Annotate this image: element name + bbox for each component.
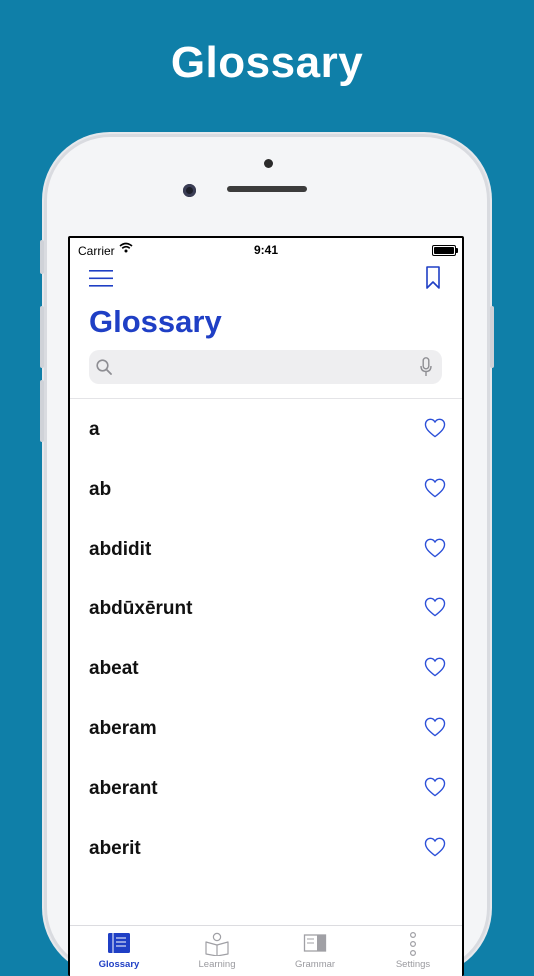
mute-switch xyxy=(40,240,44,274)
tab-settings[interactable]: Settings xyxy=(364,926,462,976)
word-label: aberant xyxy=(89,777,158,799)
status-bar: Carrier 9:41 xyxy=(70,238,462,262)
search-bar[interactable] xyxy=(89,350,442,386)
heart-icon[interactable] xyxy=(424,717,446,742)
list-item[interactable]: abeat xyxy=(70,638,462,698)
list-item[interactable]: a xyxy=(70,399,462,459)
heart-icon[interactable] xyxy=(424,418,446,443)
tab-label: Grammar xyxy=(294,959,336,970)
heart-icon[interactable] xyxy=(424,657,446,682)
front-camera xyxy=(183,184,196,197)
volume-down-button xyxy=(40,380,44,442)
glossary-book-icon xyxy=(107,932,131,959)
search-icon xyxy=(96,359,112,380)
volume-up-button xyxy=(40,306,44,368)
status-time: 9:41 xyxy=(253,243,279,257)
tab-label: Learning xyxy=(198,959,236,970)
tab-bar: Glossary Learning Grammar Settings xyxy=(70,925,462,976)
heart-icon[interactable] xyxy=(424,597,446,622)
app-view: Carrier 9:41 Glossary a ab abdidit abdūx… xyxy=(70,238,462,976)
phone-frame: Carrier 9:41 Glossary a ab abdidit abdūx… xyxy=(40,134,494,976)
earpiece-speaker xyxy=(227,186,307,192)
hamburger-menu-icon[interactable] xyxy=(89,270,113,292)
grammar-book-icon xyxy=(303,932,327,959)
page-title: Glossary xyxy=(89,304,222,339)
tab-label: Glossary xyxy=(98,959,140,970)
tab-grammar[interactable]: Grammar xyxy=(266,926,364,976)
heart-icon[interactable] xyxy=(424,777,446,802)
tab-glossary[interactable]: Glossary xyxy=(70,926,168,976)
word-label: abdūxērunt xyxy=(89,598,193,620)
word-label: ab xyxy=(89,478,112,500)
proximity-sensor xyxy=(264,159,273,168)
tab-learning[interactable]: Learning xyxy=(168,926,266,976)
list-item[interactable]: aberam xyxy=(70,698,462,758)
promo-headline: Glossary xyxy=(170,38,364,87)
word-label: aberit xyxy=(89,837,141,859)
word-label: a xyxy=(89,419,100,440)
word-label: aberam xyxy=(89,717,157,739)
word-label: abeat xyxy=(89,658,139,680)
list-item[interactable]: aberant xyxy=(70,758,462,818)
list-item[interactable]: ab xyxy=(70,459,462,519)
list-item[interactable]: abdūxērunt xyxy=(70,578,462,638)
heart-icon[interactable] xyxy=(424,837,446,862)
search-input[interactable] xyxy=(119,350,413,386)
learning-reader-icon xyxy=(204,932,230,961)
tab-label: Settings xyxy=(395,959,431,970)
word-label: abdidit xyxy=(89,538,152,560)
bookmark-icon[interactable] xyxy=(426,266,440,295)
heart-icon[interactable] xyxy=(424,538,446,563)
phone-screen: Carrier 9:41 Glossary a ab abdidit abdūx… xyxy=(68,236,464,976)
word-list: a ab abdidit abdūxērunt abeat aberam abe… xyxy=(70,399,462,877)
list-item[interactable]: abdidit xyxy=(70,519,462,579)
battery-icon xyxy=(432,245,458,256)
heart-icon[interactable] xyxy=(424,478,446,503)
settings-dots-icon xyxy=(408,931,418,961)
microphone-icon[interactable] xyxy=(420,357,432,382)
power-button xyxy=(490,306,494,368)
list-item[interactable]: aberit xyxy=(70,818,462,878)
